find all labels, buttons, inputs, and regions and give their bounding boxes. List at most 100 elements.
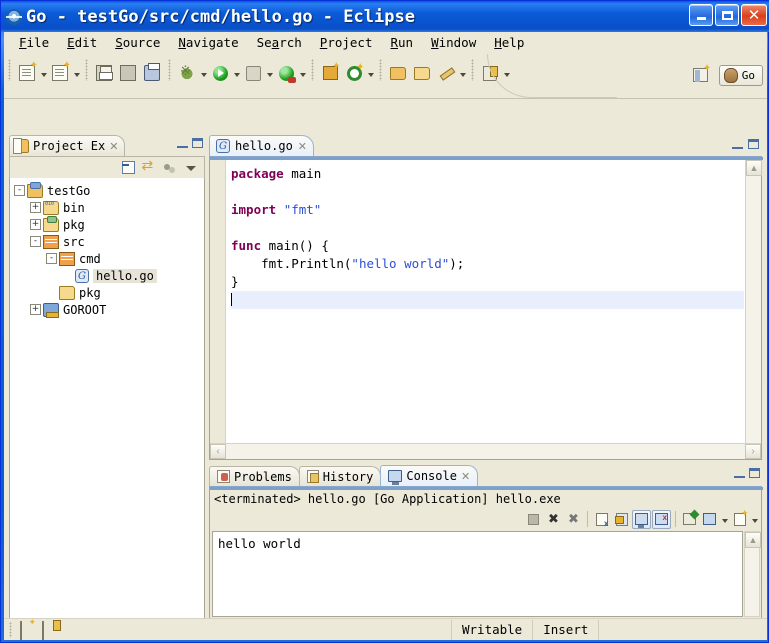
minimize-button[interactable] — [689, 4, 713, 26]
expand-twisty-icon[interactable]: + — [30, 304, 41, 315]
maximize-view-icon[interactable] — [748, 139, 759, 149]
menu-run[interactable]: Run — [381, 33, 422, 52]
tree-item-src[interactable]: -src — [10, 233, 204, 250]
project-tree[interactable]: -testGo+bin+pkg-src-cmdGhello.gopkg+GORO… — [9, 178, 205, 636]
tab-project-explorer[interactable]: Project Ex ✕ — [9, 135, 125, 156]
annotation-button[interactable] — [435, 62, 457, 84]
export-arrow[interactable] — [502, 62, 511, 84]
editor-horizontal-scrollbar[interactable]: ‹ › — [210, 443, 761, 459]
remove-all-terminated-button[interactable]: ✖ — [564, 510, 583, 529]
save-button[interactable] — [93, 62, 115, 84]
editor-vertical-ruler[interactable] — [210, 160, 226, 443]
tab-problems[interactable]: Problems — [209, 466, 300, 486]
menu-help[interactable]: Help — [485, 33, 533, 52]
menu-search[interactable]: Search — [248, 33, 311, 52]
export-status-button[interactable] — [42, 622, 58, 638]
perspective-go[interactable]: Go — [719, 65, 763, 86]
collapse-all-button[interactable] — [119, 159, 137, 177]
console-view: <terminated> hello.go [Go Application] h… — [209, 486, 762, 636]
view-menu-button[interactable] — [182, 159, 200, 177]
close-button[interactable]: ✕ — [741, 4, 767, 26]
tree-item-goroot[interactable]: +GOROOT — [10, 301, 204, 318]
export-button[interactable] — [479, 62, 501, 84]
open-console-button[interactable] — [730, 510, 749, 529]
tree-item-bin[interactable]: +bin — [10, 199, 204, 216]
debug-arrow[interactable] — [199, 62, 208, 84]
view-dots-button[interactable] — [161, 159, 179, 177]
tree-item-pkg[interactable]: pkg — [10, 284, 204, 301]
display-selected-console-arrow[interactable] — [720, 508, 729, 530]
console-vertical-scrollbar[interactable]: ▲ — [744, 531, 760, 617]
display-selected-console-button[interactable] — [700, 510, 719, 529]
tab-console[interactable]: Console✕ — [380, 465, 478, 486]
new-element-button[interactable] — [20, 622, 36, 638]
scroll-lock-button[interactable] — [612, 510, 631, 529]
open-type-button[interactable] — [411, 62, 433, 84]
expand-twisty-icon[interactable]: + — [30, 219, 41, 230]
code-line: package main — [231, 165, 744, 183]
print-button[interactable] — [141, 62, 163, 84]
save-all-button[interactable] — [117, 62, 139, 84]
show-console-on-output-button[interactable] — [632, 510, 651, 529]
tree-item-hello-go[interactable]: Ghello.go — [10, 267, 204, 284]
close-icon[interactable]: ✕ — [461, 470, 470, 483]
new-element-icon — [20, 621, 22, 640]
collapse-twisty-icon[interactable]: - — [46, 253, 57, 264]
view-dots-icon — [163, 161, 177, 174]
tab-history[interactable]: History — [299, 466, 382, 486]
tree-item-testgo[interactable]: -testGo — [10, 182, 204, 199]
scroll-up-icon[interactable]: ▲ — [745, 532, 761, 548]
open-console-arrow[interactable] — [750, 508, 759, 530]
code-text: ); — [449, 256, 464, 271]
menu-project[interactable]: Project — [311, 33, 382, 52]
collapse-twisty-icon[interactable]: - — [30, 236, 41, 247]
run-last-arrow[interactable] — [265, 62, 274, 84]
maximize-button[interactable] — [715, 4, 739, 26]
scroll-up-icon[interactable]: ▲ — [746, 160, 762, 176]
scroll-right-icon[interactable]: › — [745, 444, 761, 459]
clear-console-button[interactable] — [592, 510, 611, 529]
maximize-view-icon[interactable] — [749, 468, 760, 478]
menu-file[interactable]: File — [10, 33, 58, 52]
maximize-view-icon[interactable] — [192, 138, 203, 148]
editor-vertical-scrollbar[interactable]: ▲ — [745, 160, 761, 443]
new-project-button[interactable] — [49, 62, 71, 84]
external-tools-arrow[interactable] — [298, 62, 307, 84]
new-go-file-button[interactable] — [343, 62, 365, 84]
menu-source[interactable]: Source — [106, 33, 169, 52]
tree-item-pkg[interactable]: +pkg — [10, 216, 204, 233]
link-with-editor-button[interactable] — [140, 159, 158, 177]
minimize-view-icon[interactable] — [734, 469, 745, 478]
minimize-view-icon[interactable] — [732, 140, 743, 149]
run-last-button[interactable] — [242, 62, 264, 84]
new-go-arrow[interactable] — [366, 62, 375, 84]
code-editor[interactable]: package main import "fmt" func main() { … — [227, 160, 744, 443]
open-perspective-button[interactable] — [690, 64, 712, 86]
collapse-twisty-icon[interactable]: - — [14, 185, 25, 196]
pin-console-button[interactable] — [680, 510, 699, 529]
new-go-package-button[interactable] — [319, 62, 341, 84]
debug-button[interactable] — [176, 62, 198, 84]
expand-twisty-icon[interactable]: + — [30, 202, 41, 213]
annotation-arrow[interactable] — [458, 62, 467, 84]
menu-window[interactable]: Window — [422, 33, 485, 52]
new-menu-arrow[interactable] — [39, 62, 48, 84]
close-icon[interactable]: ✕ — [109, 140, 118, 153]
minimize-view-icon[interactable] — [177, 139, 188, 148]
open-resource-button[interactable] — [387, 62, 409, 84]
menu-navigate[interactable]: Navigate — [169, 33, 247, 52]
terminate-button[interactable] — [524, 510, 543, 529]
external-tools-button[interactable] — [275, 62, 297, 84]
run-button[interactable] — [209, 62, 231, 84]
menu-edit[interactable]: Edit — [58, 33, 106, 52]
remove-launch-button[interactable]: ✖ — [544, 510, 563, 529]
run-arrow[interactable] — [232, 62, 241, 84]
tree-item-cmd[interactable]: -cmd — [10, 250, 204, 267]
tab-hello-go[interactable]: G hello.go ✕ — [209, 135, 314, 156]
new-project-arrow[interactable] — [72, 62, 81, 84]
show-console-on-error-button[interactable] — [652, 510, 671, 529]
console-output[interactable]: hello world — [212, 531, 743, 617]
close-icon[interactable]: ✕ — [298, 140, 307, 153]
scroll-left-icon[interactable]: ‹ — [210, 444, 226, 459]
new-wizard-button[interactable] — [16, 62, 38, 84]
